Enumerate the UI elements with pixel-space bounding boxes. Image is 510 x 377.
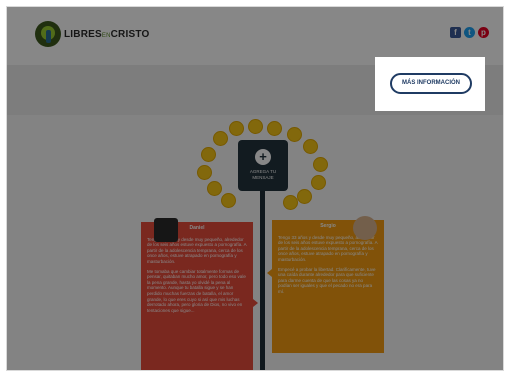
more-info-button[interactable]: MÁS INFORMACIÓN xyxy=(390,73,472,94)
browser-viewport: LIBRESENCRISTO f t p + AGREGA TU MENSAJE… xyxy=(6,6,504,371)
